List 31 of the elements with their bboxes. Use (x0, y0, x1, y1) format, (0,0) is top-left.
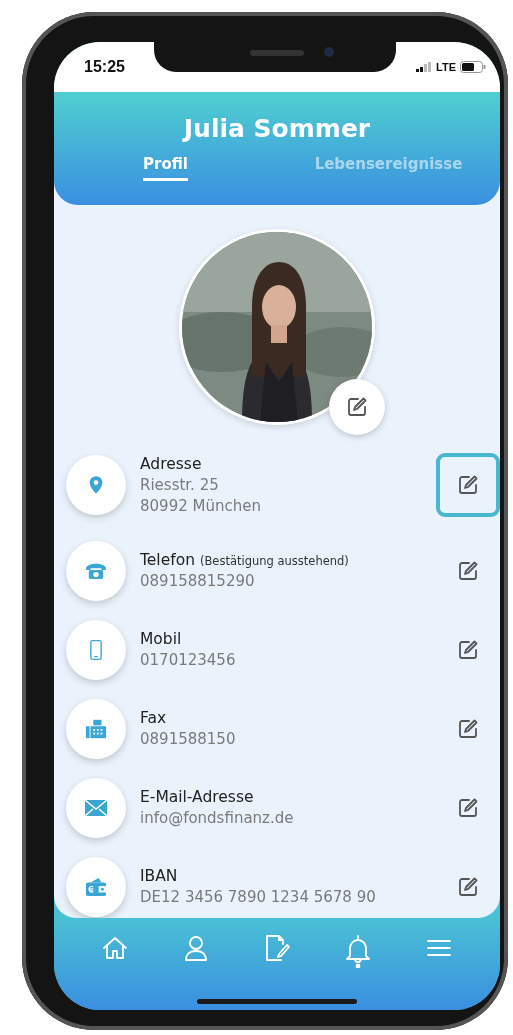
tab[interactable]: Profil (143, 155, 188, 181)
status-note: (Bestätigung ausstehend) (200, 554, 349, 568)
field-label: Adresse (140, 455, 202, 473)
avatar-edit-button[interactable] (329, 379, 385, 435)
field-value: 80992 München (140, 497, 262, 515)
network-label: LTE (436, 61, 456, 73)
signal-icon (416, 62, 433, 72)
field-value: DE12 3456 7890 1234 5678 90 (140, 888, 377, 906)
field-label: Mobil (140, 630, 182, 648)
envelope-icon (84, 798, 108, 817)
field-value: 0170123456 (140, 651, 237, 669)
location-pin-icon (88, 475, 104, 495)
profile-name: Julia Sommer (183, 114, 371, 143)
edit-button[interactable] (436, 453, 500, 517)
edit-icon (345, 395, 369, 419)
field-label: Telefon (140, 551, 195, 569)
tab[interactable]: Lebensereignisse (314, 155, 463, 181)
field-label: IBAN (140, 867, 178, 885)
battery-icon (460, 61, 486, 73)
fax-machine-icon (85, 717, 107, 740)
clock-time: 15:25 (84, 58, 125, 76)
field-label: Fax (140, 709, 167, 727)
telephone-icon (85, 561, 107, 580)
field-value: 0891588150 (140, 730, 237, 748)
field-value: info@fondsfinanz.de (140, 809, 295, 827)
smartphone-icon (90, 638, 102, 661)
field-label: E-Mail-Adresse (140, 788, 254, 806)
edit-icon (456, 473, 480, 497)
wallet-icon (85, 876, 107, 897)
field-value: 089158815290 (140, 572, 256, 590)
field-value: Riesstr. 25 (140, 476, 220, 494)
